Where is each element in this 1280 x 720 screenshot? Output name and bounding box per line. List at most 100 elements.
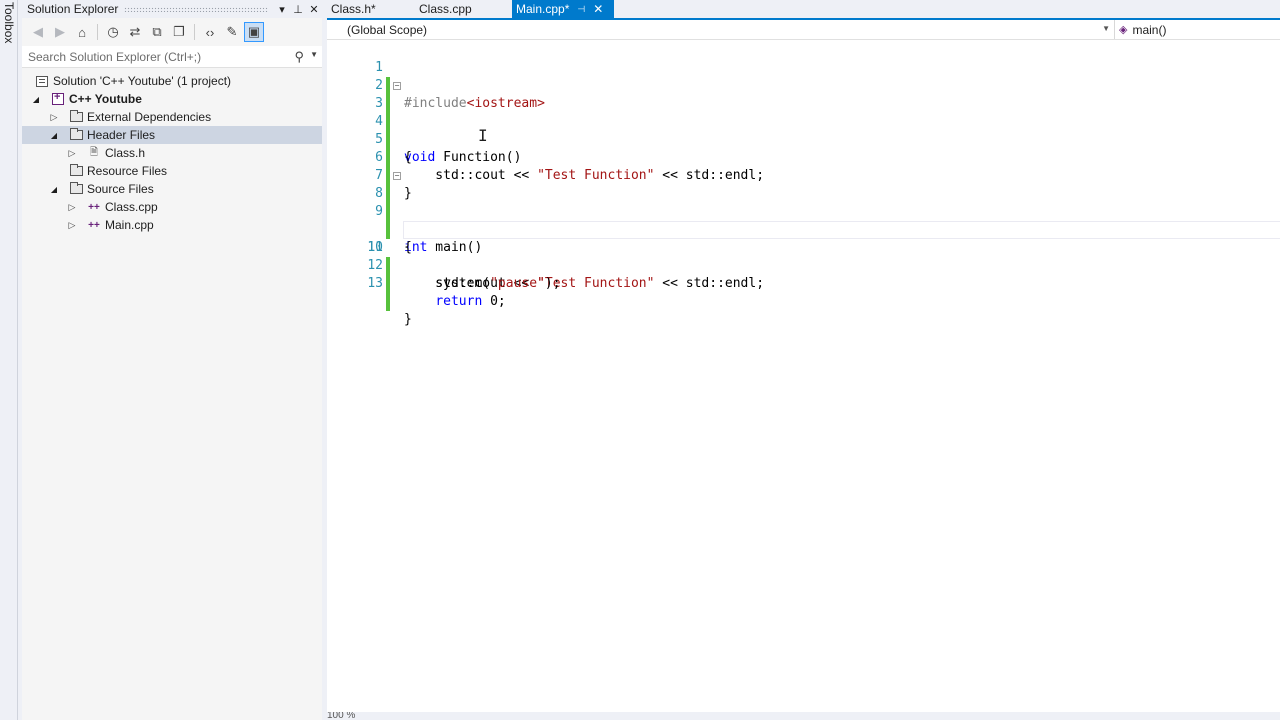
- tree-item-label: Source Files: [87, 182, 154, 196]
- zoom-level[interactable]: 100 %: [327, 712, 355, 720]
- expanded-arrow-icon[interactable]: ◢: [48, 185, 60, 194]
- toolbar-separator: [194, 24, 195, 40]
- code-line: 7: [343, 149, 1280, 203]
- pin-icon[interactable]: ⊥: [290, 3, 306, 16]
- code-text[interactable]: }: [404, 311, 412, 329]
- expanded-arrow-icon[interactable]: ◢: [48, 131, 60, 140]
- saved-change-marker: [386, 275, 390, 293]
- pending-changes-filter-icon[interactable]: ◷: [103, 22, 123, 42]
- code-line: 8 − int main(): [343, 167, 1280, 256]
- code-text[interactable]: system("pause");: [404, 275, 561, 293]
- tree-item-resource-files[interactable]: Resource Files: [22, 162, 322, 180]
- expanded-arrow-icon[interactable]: ◢: [30, 95, 42, 104]
- view-code-icon[interactable]: ‹›: [200, 22, 220, 42]
- scope-dropdown[interactable]: (Global Scope) ▼: [327, 20, 1115, 39]
- preview-selected-items-icon[interactable]: ▣: [244, 22, 264, 42]
- code-token: );: [544, 276, 561, 291]
- tree-item-header-files[interactable]: ◢ Header Files: [22, 126, 322, 144]
- tree-item-label: Main.cpp: [105, 218, 154, 232]
- tree-item-label: Class.h: [105, 146, 146, 160]
- forward-icon[interactable]: ▶: [50, 22, 70, 42]
- code-line: 11 system("pause");: [343, 221, 1280, 291]
- back-icon[interactable]: ◀: [28, 22, 48, 42]
- code-line: 4 {: [343, 95, 1280, 165]
- collapsed-arrow-icon[interactable]: ▷: [66, 220, 78, 231]
- code-line: 2: [343, 59, 1280, 113]
- toolbar-separator: [97, 24, 98, 40]
- code-text[interactable]: return 0;: [404, 293, 506, 311]
- properties-wrench-icon[interactable]: ✎: [222, 22, 242, 42]
- tab-label: Main.cpp*: [516, 2, 570, 16]
- solution-tree: Solution 'C++ Youtube' (1 project) ◢ C++…: [22, 72, 322, 234]
- close-tab-icon[interactable]: ✕: [593, 2, 603, 16]
- tree-item-external-dependencies[interactable]: ▷ External Dependencies: [22, 108, 322, 126]
- function-icon: ◈: [1119, 24, 1128, 36]
- editor-left-margin: [327, 40, 343, 712]
- line-number: 13: [367, 276, 383, 291]
- string-literal: "pause": [490, 276, 545, 291]
- pin-tab-icon[interactable]: ⊣: [577, 4, 585, 15]
- solution-icon: [34, 74, 50, 88]
- cpp-file-icon: ++: [88, 201, 100, 213]
- tree-item-project[interactable]: ◢ C++ Youtube: [22, 90, 322, 108]
- tree-item-label: External Dependencies: [87, 110, 212, 124]
- code-line: 1 #include<iostream>: [343, 41, 1280, 111]
- solution-explorer-title: Solution Explorer: [27, 2, 119, 16]
- code-line: 13 }: [343, 257, 1280, 327]
- tree-item-source-files[interactable]: ◢ Source Files: [22, 180, 322, 198]
- collapsed-arrow-icon[interactable]: ▷: [48, 112, 60, 123]
- header-file-icon: 🗎: [89, 146, 99, 158]
- navigation-bar: (Global Scope) ▼ ◈ main(): [327, 20, 1280, 40]
- collapse-region-icon[interactable]: −: [393, 82, 401, 90]
- editor-bottom-strip: 100 %: [327, 712, 1280, 720]
- keyword: return: [435, 294, 483, 309]
- scope-label: (Global Scope): [347, 22, 428, 37]
- solution-explorer-toolbar: ◀ ▶ ⌂ ◷ ⇄ ⧉ ❐ ‹› ✎ ▣: [22, 20, 322, 44]
- tree-item-class-h[interactable]: ▷ 🗎 Class.h: [22, 144, 322, 162]
- toolbox-label[interactable]: Toolbox: [2, 2, 16, 43]
- filter-icon: [68, 182, 84, 196]
- show-all-files-icon[interactable]: ❐: [169, 22, 189, 42]
- tab-class-h[interactable]: Class.h*: [327, 0, 415, 18]
- tree-item-label: Resource Files: [87, 164, 168, 178]
- sync-icon[interactable]: ⇄: [125, 22, 145, 42]
- code-line: 12 return 0;: [343, 239, 1280, 309]
- collapse-region-icon[interactable]: −: [393, 172, 401, 180]
- tree-item-main-cpp[interactable]: ▷ ++ Main.cpp: [22, 216, 322, 234]
- code-token: 0;: [482, 294, 506, 309]
- tab-class-cpp[interactable]: Class.cpp: [415, 0, 512, 18]
- tab-main-cpp[interactable]: Main.cpp* ⊣ ✕: [512, 0, 614, 18]
- tree-item-label: Solution 'C++ Youtube' (1 project): [53, 74, 232, 88]
- solution-explorer-title-bar: Solution Explorer ▾ ⊥ ✕: [22, 0, 322, 18]
- search-icon[interactable]: ⚲: [294, 49, 304, 65]
- code-token: system(: [404, 276, 491, 291]
- tab-label: Class.cpp: [419, 2, 472, 16]
- document-tab-bar: Class.h* Class.cpp Main.cpp* ⊣ ✕: [327, 0, 1280, 18]
- home-icon[interactable]: ⌂: [72, 22, 92, 42]
- member-dropdown[interactable]: ◈ main(): [1119, 20, 1280, 39]
- close-icon[interactable]: ✕: [306, 3, 322, 16]
- tree-item-label: C++ Youtube: [69, 92, 142, 106]
- search-options-dropdown-icon[interactable]: ▼: [310, 50, 318, 59]
- code-line: 9 {: [343, 185, 1280, 255]
- collapsed-arrow-icon[interactable]: ▷: [66, 148, 78, 159]
- cpp-file-icon: ++: [88, 219, 100, 231]
- project-icon: [50, 91, 66, 106]
- toolbox-strip[interactable]: Toolbox: [0, 0, 18, 720]
- filter-icon: [68, 164, 84, 178]
- saved-change-marker: [386, 293, 390, 311]
- member-label: main(): [1132, 22, 1167, 37]
- chevron-down-icon[interactable]: ▼: [1102, 24, 1110, 33]
- search-input[interactable]: [22, 49, 282, 64]
- collapse-all-icon[interactable]: ⧉: [147, 22, 167, 42]
- collapsed-arrow-icon[interactable]: ▷: [66, 202, 78, 213]
- tree-item-class-cpp[interactable]: ▷ ++ Class.cpp: [22, 198, 322, 216]
- tree-item-solution[interactable]: Solution 'C++ Youtube' (1 project): [22, 72, 322, 90]
- code-line: 3 − void Function(): [343, 77, 1280, 166]
- tab-label: Class.h*: [331, 2, 376, 16]
- window-position-dropdown-icon[interactable]: ▾: [274, 3, 290, 16]
- filter-icon: [68, 110, 84, 124]
- panel-grip[interactable]: [124, 6, 268, 12]
- code-line-current: 10 std::cout << "Test Function" << std::…: [343, 203, 1280, 291]
